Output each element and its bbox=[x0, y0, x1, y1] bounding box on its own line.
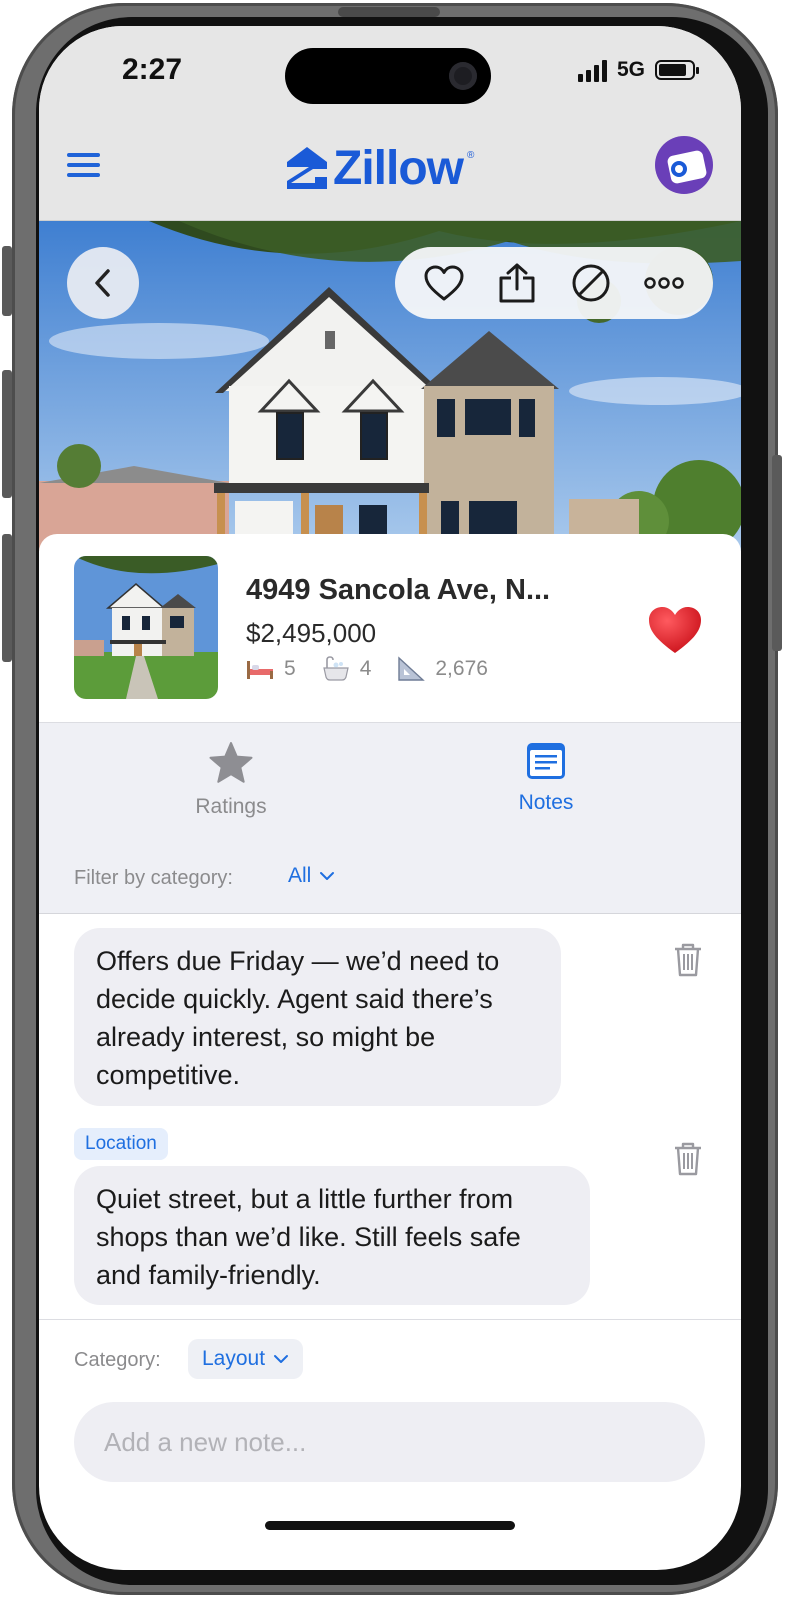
listing-thumbnail bbox=[74, 556, 218, 699]
beds-fact: 5 bbox=[246, 657, 296, 681]
tabs-area: Ratings Notes Filter by category: All bbox=[39, 723, 741, 914]
bathtub-icon bbox=[322, 656, 349, 681]
chevron-left-icon bbox=[95, 269, 110, 297]
filter-dropdown[interactable]: All bbox=[288, 864, 335, 888]
listing-summary-card[interactable]: 4949 Sancola Ave, N... $2,495,000 5 4 2,… bbox=[39, 534, 741, 723]
category-dropdown[interactable]: Layout bbox=[188, 1339, 304, 1379]
back-button[interactable] bbox=[67, 247, 139, 319]
delete-note-button[interactable] bbox=[671, 942, 705, 978]
tab-ratings[interactable]: Ratings bbox=[131, 741, 331, 819]
listing-facts: 5 4 2,676 bbox=[246, 656, 514, 682]
tab-ratings-label: Ratings bbox=[195, 795, 267, 818]
listing-price: $2,495,000 bbox=[246, 618, 377, 648]
menu-icon bbox=[67, 153, 100, 157]
volume-up-button bbox=[2, 370, 12, 498]
camera-icon bbox=[449, 62, 477, 90]
tab-notes-label: Notes bbox=[518, 791, 574, 814]
filter-label: Filter by category: bbox=[74, 867, 233, 889]
share-icon bbox=[499, 263, 535, 303]
status-time: 2:27 bbox=[122, 53, 183, 86]
save-button[interactable] bbox=[420, 259, 468, 307]
screen: 2:27 5G Zillow ® 4949 Sancola Ave, N... … bbox=[39, 26, 741, 1570]
favorite-button[interactable] bbox=[647, 604, 703, 656]
tab-notes[interactable]: Notes bbox=[446, 741, 646, 815]
share-button[interactable] bbox=[493, 259, 541, 307]
listing-photo[interactable] bbox=[39, 221, 741, 551]
block-icon bbox=[572, 264, 610, 302]
note-text: Quiet street, but a little further from … bbox=[96, 1184, 521, 1290]
bed-icon bbox=[247, 661, 273, 679]
sqft-value: 2,676 bbox=[435, 657, 488, 680]
note-bubble: Quiet street, but a little further from … bbox=[74, 1166, 590, 1305]
listing-address: 4949 Sancola Ave, N... bbox=[246, 574, 551, 606]
zillow-house-icon bbox=[287, 147, 327, 189]
action-toolbar bbox=[395, 247, 713, 319]
baths-count: 4 bbox=[359, 657, 372, 680]
category-value: Layout bbox=[202, 1347, 266, 1370]
note-text: Offers due Friday — we’d need to decide … bbox=[96, 946, 500, 1090]
volume-down-button bbox=[2, 534, 12, 662]
dynamic-island bbox=[285, 48, 491, 104]
notes-icon bbox=[527, 743, 565, 779]
chevron-down-icon bbox=[320, 872, 335, 880]
zillow-logo[interactable]: Zillow ® bbox=[285, 140, 474, 196]
more-horizontal-icon bbox=[644, 277, 684, 289]
power-button bbox=[772, 455, 782, 651]
signal-icon bbox=[577, 58, 607, 82]
status-icons: 5G bbox=[577, 58, 699, 82]
star-icon bbox=[209, 742, 253, 783]
trash-icon bbox=[675, 1142, 701, 1176]
category-label: Category: bbox=[74, 1349, 161, 1371]
avatar[interactable] bbox=[655, 136, 713, 194]
sqft-fact: 2,676 bbox=[397, 656, 488, 682]
chevron-down-icon bbox=[274, 1355, 289, 1363]
triangle-ruler-icon bbox=[398, 656, 426, 681]
app-header: Zillow ® bbox=[39, 126, 741, 221]
note-category-tag: Location bbox=[74, 1128, 168, 1160]
notes-list: Offers due Friday — we’d need to decide … bbox=[39, 914, 741, 1320]
new-note-input[interactable] bbox=[74, 1402, 705, 1482]
menu-button[interactable] bbox=[67, 150, 103, 180]
heart-outline-icon bbox=[424, 265, 464, 301]
thumbnail-image bbox=[74, 556, 218, 699]
status-bar: 2:27 5G bbox=[39, 26, 741, 136]
delete-note-button[interactable] bbox=[671, 1141, 705, 1177]
more-button[interactable] bbox=[640, 259, 688, 307]
battery-icon bbox=[655, 60, 699, 80]
beds-count: 5 bbox=[284, 657, 296, 680]
home-indicator[interactable] bbox=[265, 1521, 515, 1530]
baths-fact: 4 bbox=[322, 656, 372, 682]
user-avatar-icon bbox=[667, 150, 707, 184]
note-bubble: Offers due Friday — we’d need to decide … bbox=[74, 928, 561, 1106]
heart-filled-icon bbox=[649, 607, 701, 653]
trash-icon bbox=[675, 943, 701, 977]
network-label: 5G bbox=[616, 58, 645, 81]
logo-text: Zillow bbox=[333, 141, 464, 195]
hide-button[interactable] bbox=[567, 259, 615, 307]
filter-value: All bbox=[288, 864, 312, 887]
action-button bbox=[2, 246, 12, 316]
top-speaker bbox=[338, 7, 440, 17]
registered-mark: ® bbox=[466, 150, 475, 161]
